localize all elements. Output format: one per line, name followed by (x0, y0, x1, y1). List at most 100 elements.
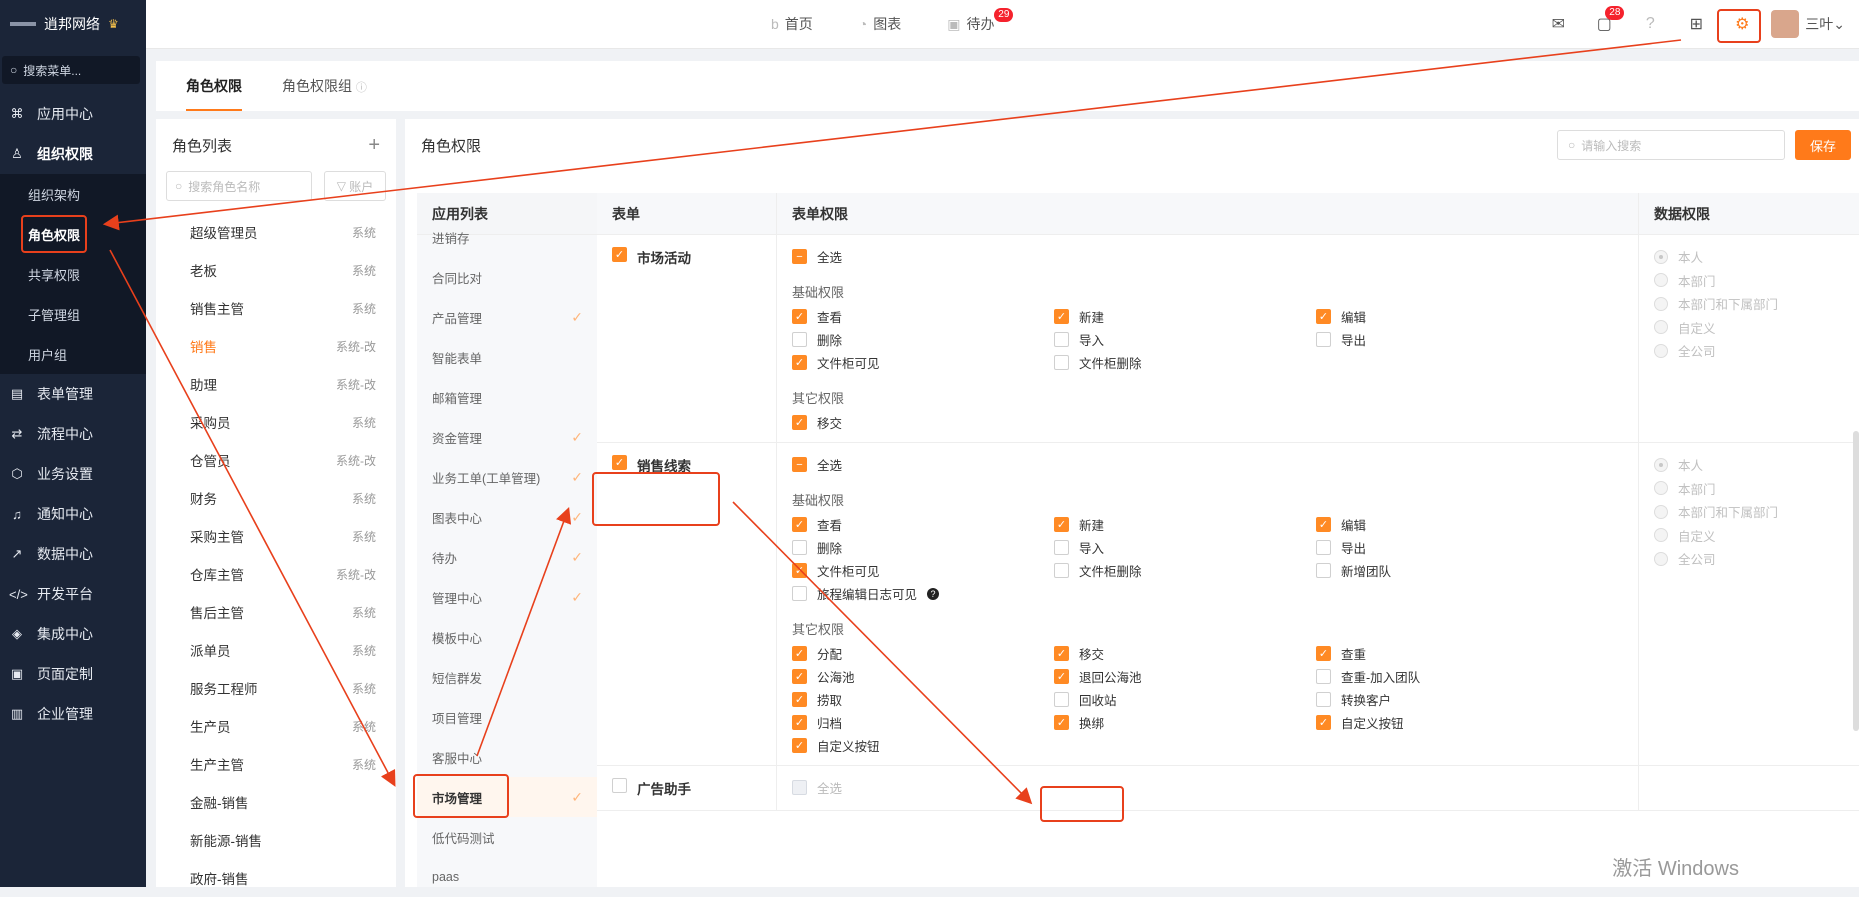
form-checkbox[interactable] (612, 778, 627, 793)
app-item[interactable]: 产品管理✓ (417, 297, 597, 337)
role-item[interactable]: 政府-销售 (156, 859, 396, 897)
app-item[interactable]: 待办✓ (417, 537, 597, 577)
sidebar-subitem-sub-admin[interactable]: 子管理组 (0, 294, 146, 334)
sidebar-item-page[interactable]: ▣页面定制 (0, 654, 146, 694)
checkbox[interactable]: ✓ (1054, 715, 1069, 730)
permission-option[interactable]: 新增团队 (1316, 559, 1578, 582)
checkbox[interactable]: ✓ (1054, 646, 1069, 661)
data-scope-option[interactable]: 本人 (1654, 245, 1844, 269)
permission-option[interactable]: ✓换绑 (1054, 711, 1316, 734)
checkbox[interactable] (1316, 540, 1331, 555)
role-item[interactable]: 采购员系统 (156, 403, 396, 441)
mail-icon[interactable]: ✉ (1535, 14, 1581, 34)
role-item[interactable]: 生产员系统 (156, 707, 396, 745)
tab-role-perm[interactable]: 角色权限 (156, 61, 272, 111)
checkbox[interactable]: ✓ (792, 669, 807, 684)
checkbox[interactable] (792, 586, 807, 601)
role-item[interactable]: 销售主管系统 (156, 289, 396, 327)
permission-option[interactable]: 删除 (792, 328, 1054, 351)
sidebar-subitem-share-perm[interactable]: 共享权限 (0, 254, 146, 294)
permission-option[interactable]: ✓分配 (792, 642, 1054, 665)
nav-home[interactable]: b首页 (771, 14, 813, 34)
permission-option[interactable]: 导出 (1316, 328, 1578, 351)
role-item[interactable]: 仓管员系统-改 (156, 441, 396, 479)
checkbox[interactable]: ✓ (792, 738, 807, 753)
permission-option[interactable]: ✓编辑 (1316, 305, 1578, 328)
checkbox[interactable]: ✓ (1316, 517, 1331, 532)
checkbox[interactable] (1316, 692, 1331, 707)
role-item[interactable]: 生产主管系统 (156, 745, 396, 783)
avatar[interactable] (1771, 10, 1799, 38)
app-item[interactable]: 合同比对 (417, 257, 597, 297)
checkbox[interactable] (1316, 332, 1331, 347)
permission-option[interactable]: ✓查看 (792, 305, 1054, 328)
permission-option[interactable]: ✓捞取 (792, 688, 1054, 711)
permission-option[interactable]: 回收站 (1054, 688, 1316, 711)
app-item[interactable]: paas (417, 857, 597, 887)
permission-option[interactable]: ✓编辑 (1316, 513, 1578, 536)
checkbox[interactable]: ✓ (1316, 715, 1331, 730)
checkbox[interactable]: ✓ (1316, 309, 1331, 324)
app-item[interactable]: 管理中心✓ (417, 577, 597, 617)
checkbox[interactable]: − (792, 457, 807, 472)
sidebar-item-flow[interactable]: ⇄流程中心 (0, 414, 146, 454)
permission-option[interactable]: ✓退回公海池 (1054, 665, 1316, 688)
app-item[interactable]: 智能表单 (417, 337, 597, 377)
permission-option[interactable]: 导出 (1316, 536, 1578, 559)
permission-option[interactable]: ✓查重 (1316, 642, 1578, 665)
checkbox[interactable] (1054, 540, 1069, 555)
permission-option[interactable]: ✓文件柜可见 (792, 559, 1054, 582)
data-scope-option[interactable]: 本部门和下属部门 (1654, 292, 1844, 316)
data-scope-option[interactable]: 全公司 (1654, 547, 1844, 571)
permission-option[interactable]: 导入 (1054, 328, 1316, 351)
role-item[interactable]: 销售系统-改 (156, 327, 396, 365)
permission-option[interactable]: ✓归档 (792, 711, 1054, 734)
checkbox[interactable]: ✓ (792, 563, 807, 578)
checkbox[interactable]: − (792, 249, 807, 264)
sidebar-item-enterprise[interactable]: ▥企业管理 (0, 694, 146, 734)
nav-charts[interactable]: ◔图表 (859, 14, 901, 34)
menu-search-input[interactable]: ○ 搜索菜单... (2, 56, 140, 84)
permission-option[interactable]: 文件柜删除 (1054, 559, 1316, 582)
app-item[interactable]: 模板中心 (417, 617, 597, 657)
sidebar-item-data[interactable]: ↗数据中心 (0, 534, 146, 574)
role-item[interactable]: 金融-销售 (156, 783, 396, 821)
data-scope-option[interactable]: 本部门 (1654, 269, 1844, 293)
permission-option[interactable]: ✓自定义按钮 (1316, 711, 1578, 734)
checkbox[interactable]: ✓ (1054, 517, 1069, 532)
permission-option[interactable]: ✓文件柜可见 (792, 351, 1054, 374)
permission-option[interactable]: ✓新建 (1054, 305, 1316, 328)
checkbox[interactable] (1316, 669, 1331, 684)
permission-search-input[interactable]: ○请输入搜索 (1557, 130, 1785, 160)
checkbox[interactable]: ✓ (1054, 669, 1069, 684)
checkbox[interactable]: ✓ (792, 355, 807, 370)
checkbox[interactable] (1054, 332, 1069, 347)
sidebar-item-app-center[interactable]: ⌘应用中心 (0, 94, 146, 134)
apps-icon[interactable]: ⊞ (1673, 14, 1719, 34)
help-icon[interactable]: ? (927, 588, 939, 600)
checkbox[interactable] (792, 332, 807, 347)
app-item[interactable]: 低代码测试 (417, 817, 597, 857)
sidebar-item-dev[interactable]: </>开发平台 (0, 574, 146, 614)
permission-option[interactable]: 导入 (1054, 536, 1316, 559)
permission-option[interactable]: 转换客户 (1316, 688, 1578, 711)
data-scope-option[interactable]: 全公司 (1654, 339, 1844, 363)
checkbox[interactable]: ✓ (1316, 646, 1331, 661)
permission-option[interactable]: −全选 (792, 245, 1623, 268)
role-item[interactable]: 派单员系统 (156, 631, 396, 669)
permission-option[interactable]: ✓移交 (1054, 642, 1316, 665)
checkbox[interactable] (792, 540, 807, 555)
checkbox[interactable] (1054, 563, 1069, 578)
sidebar-item-org-perm[interactable]: ♙组织权限 (0, 134, 146, 174)
account-filter[interactable]: ▽ 账户 (324, 171, 386, 201)
checkbox[interactable] (1054, 355, 1069, 370)
form-checkbox[interactable]: ✓ (612, 455, 627, 470)
app-item[interactable]: 客服中心 (417, 737, 597, 777)
permission-option[interactable]: 旅程编辑日志可见? (792, 582, 1054, 605)
role-item[interactable]: 财务系统 (156, 479, 396, 517)
checkbox[interactable] (1316, 563, 1331, 578)
permission-option[interactable]: ✓新建 (1054, 513, 1316, 536)
message-icon[interactable]: ▢28 (1581, 14, 1627, 34)
permission-option[interactable]: ✓查看 (792, 513, 1054, 536)
save-button[interactable]: 保存 (1795, 130, 1851, 160)
